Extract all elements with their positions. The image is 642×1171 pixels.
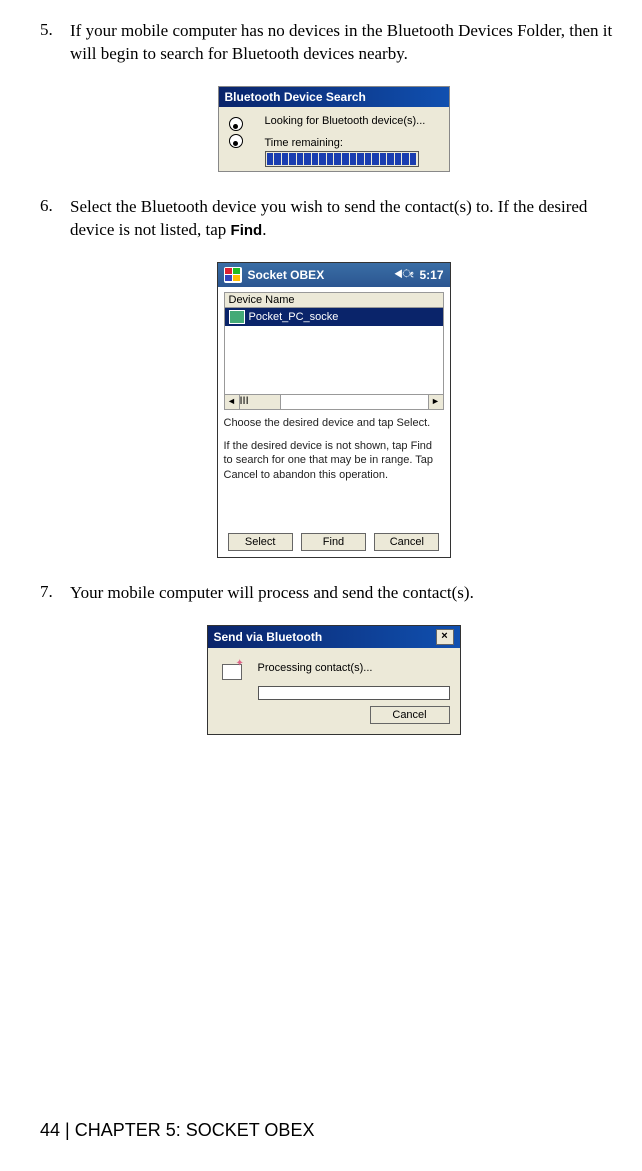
step-6: 6. Select the Bluetooth device you wish … [40, 196, 627, 242]
dialog-titlebar: Send via Bluetooth × [208, 626, 460, 648]
scroll-thumb[interactable]: III [240, 395, 281, 409]
step-number: 5. [40, 20, 70, 66]
cancel-button[interactable]: Cancel [370, 706, 450, 724]
contact-card-icon: ✦ [218, 658, 246, 686]
dialog-title: Bluetooth Device Search [219, 87, 449, 107]
search-eyes-icon [229, 117, 255, 137]
scroll-track[interactable] [281, 395, 428, 409]
device-icon [229, 310, 245, 324]
time-remaining-label: Time remaining: [265, 137, 443, 149]
processing-text: Processing contact(s)... [258, 662, 450, 674]
step-number: 6. [40, 196, 70, 242]
dialog-title: Send via Bluetooth [214, 630, 323, 644]
searching-text: Looking for Bluetooth device(s)... [265, 115, 443, 127]
step-text: Your mobile computer will process and se… [70, 582, 627, 605]
window-titlebar: Socket OBEX ◀ೕ 5:17 [218, 263, 450, 287]
page-number: 44 [40, 1120, 60, 1140]
device-list-area[interactable] [224, 326, 444, 395]
find-label: Find [231, 222, 263, 239]
chapter-title: CHAPTER 5: SOCKET OBEX [75, 1120, 315, 1140]
speaker-icon[interactable]: ◀ೕ [395, 269, 414, 280]
window-title: Socket OBEX [248, 268, 325, 282]
windows-logo-icon[interactable] [224, 267, 242, 283]
device-row-selected[interactable]: Pocket_PC_socke [224, 308, 444, 326]
socket-obex-window: Socket OBEX ◀ೕ 5:17 Device Name Pocket_P… [217, 262, 451, 558]
horizontal-scrollbar[interactable]: ◄ III ► [224, 395, 444, 410]
clock-text: 5:17 [419, 268, 443, 282]
column-header[interactable]: Device Name [224, 292, 444, 308]
cancel-button[interactable]: Cancel [374, 533, 439, 551]
step-text: Select the Bluetooth device you wish to … [70, 196, 627, 242]
step-text: If your mobile computer has no devices i… [70, 20, 627, 66]
step-7: 7. Your mobile computer will process and… [40, 582, 627, 605]
device-name: Pocket_PC_socke [249, 311, 339, 323]
step-number: 7. [40, 582, 70, 605]
close-button[interactable]: × [436, 629, 454, 645]
select-button[interactable]: Select [228, 533, 293, 551]
help-text-1: Choose the desired device and tap Select… [224, 416, 444, 431]
progress-bar [265, 151, 419, 167]
step-5: 5. If your mobile computer has no device… [40, 20, 627, 66]
page-footer: 44 | CHAPTER 5: SOCKET OBEX [40, 1120, 314, 1141]
bluetooth-search-dialog: Bluetooth Device Search Looking for Blue… [218, 86, 450, 172]
scroll-left-button[interactable]: ◄ [225, 395, 240, 409]
progress-bar-empty [258, 686, 450, 700]
help-text-2: If the desired device is not shown, tap … [224, 439, 444, 484]
send-via-bluetooth-dialog: Send via Bluetooth × ✦ Processing contac… [207, 625, 461, 735]
find-button[interactable]: Find [301, 533, 366, 551]
scroll-right-button[interactable]: ► [428, 395, 443, 409]
